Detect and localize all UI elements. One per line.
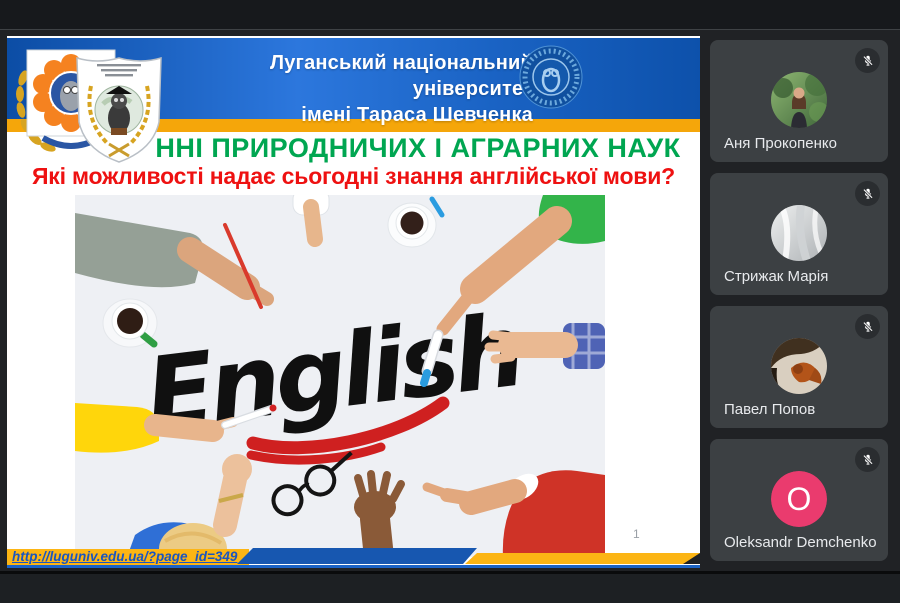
avatar: [771, 338, 827, 394]
mic-off-icon: [855, 48, 880, 73]
slide-footer-url: http://luguniv.edu.ua/?page_id=349: [12, 548, 247, 565]
participant-name: Стрижак Марія: [724, 268, 828, 285]
slide-footer-line: [7, 565, 700, 568]
question-heading: Які можливості надає сьогодні знання анг…: [9, 163, 698, 190]
avatar: [771, 205, 827, 261]
university-name: Луганський національний університет імен…: [157, 50, 533, 128]
participant-tile-maria[interactable]: Стрижак Марія: [710, 173, 888, 295]
university-name-line1: Луганський національний університет: [157, 50, 533, 102]
mic-off-icon: [855, 314, 880, 339]
slide-page-number: 1: [633, 527, 640, 541]
participant-tile-pavel[interactable]: Павел Попов: [710, 306, 888, 428]
presentation-slide: Луганський національний університет імен…: [7, 36, 700, 568]
mic-off-icon: [855, 181, 880, 206]
bottom-toolbar-area: [0, 571, 900, 603]
meeting-window: Луганський національний університет імен…: [0, 0, 900, 600]
avatar: O: [771, 471, 827, 527]
participant-tile-oleksandr[interactable]: O Oleksandr Demchenko: [710, 439, 888, 561]
mic-off-icon: [855, 447, 880, 472]
participant-tile-anya[interactable]: Аня Прокопенко: [710, 40, 888, 162]
participant-name: Аня Прокопенко: [724, 135, 837, 152]
university-seal-icon: [518, 44, 584, 110]
avatar-initial: O: [771, 471, 827, 527]
institute-heading: ННІ ПРИРОДНИЧИХ І АГРАРНИХ НАУК: [137, 133, 699, 164]
avatar: [771, 72, 827, 128]
english-hands-photo: English: [75, 195, 605, 557]
participant-name: Oleksandr Demchenko: [724, 534, 877, 551]
participant-name: Павел Попов: [724, 401, 815, 418]
university-name-line2: імені Тараса Шевченка: [157, 102, 533, 128]
top-bar: [0, 0, 900, 30]
